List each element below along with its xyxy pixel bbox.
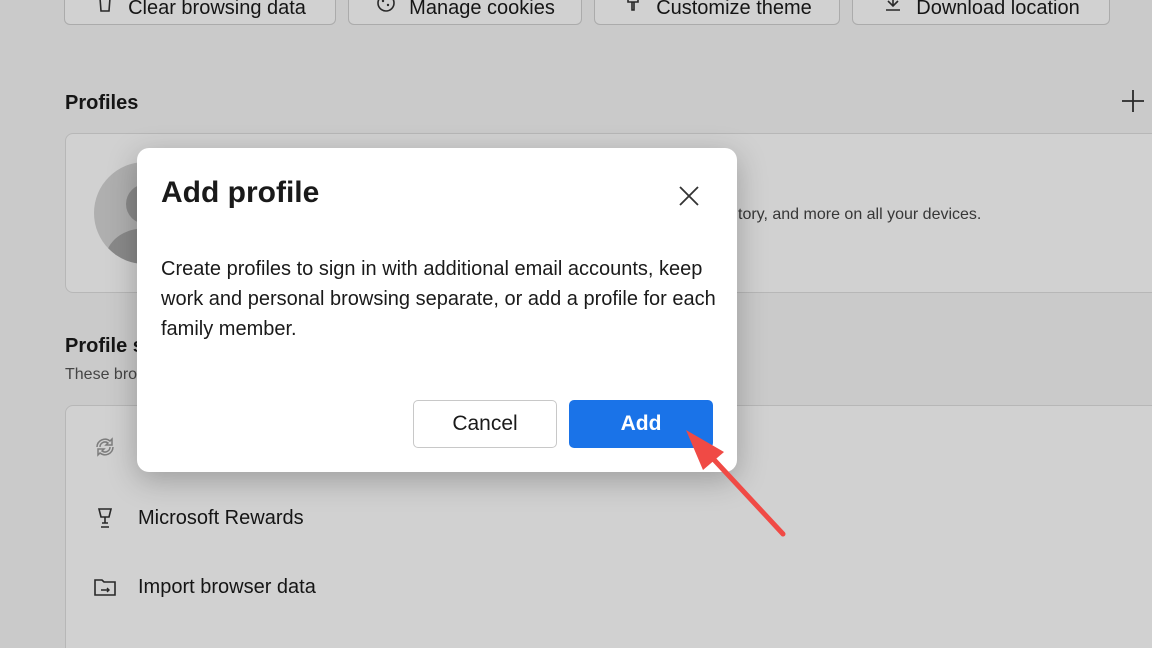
cancel-button[interactable]: Cancel (413, 400, 557, 448)
dialog-title: Add profile (161, 176, 320, 209)
dialog-body-text: Create profiles to sign in with addition… (161, 258, 716, 340)
close-icon[interactable] (675, 182, 703, 210)
add-button[interactable]: Add (569, 400, 713, 448)
add-profile-dialog: Add profile Create profiles to sign in w… (137, 148, 737, 472)
